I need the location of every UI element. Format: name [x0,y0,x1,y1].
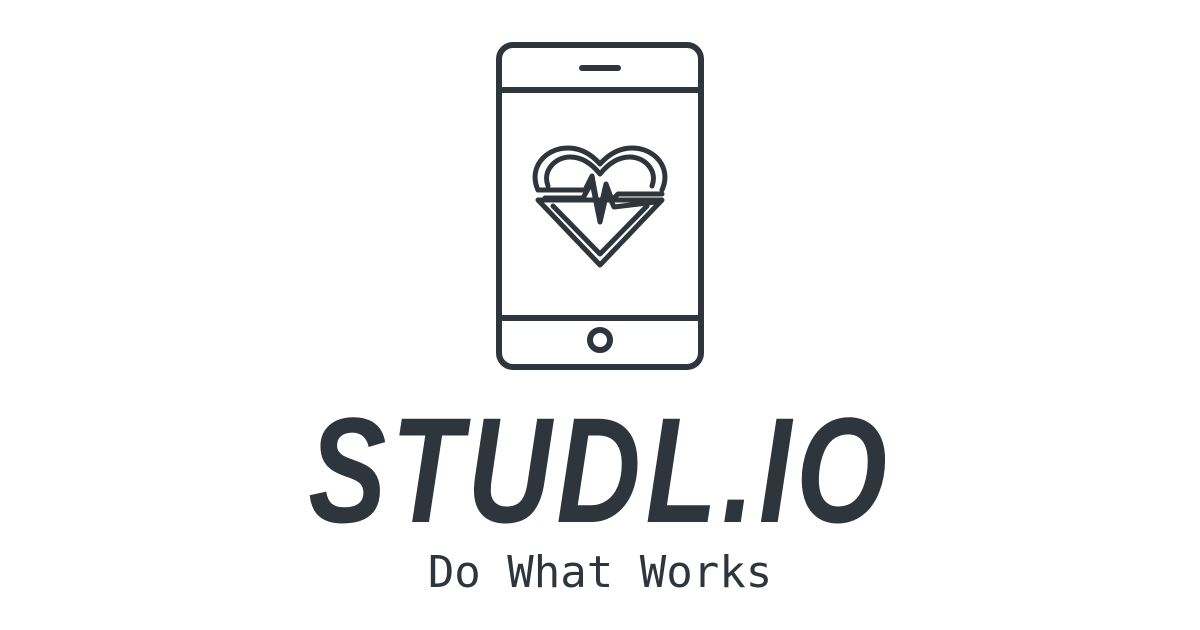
home-button-icon [587,327,613,353]
smartphone-icon [496,42,704,370]
heart-pulse-icon [532,145,668,268]
logo-canvas: STUDL.IO Do What Works [0,0,1200,630]
brand-name: STUDL.IO [308,386,892,554]
brand-tagline: Do What Works [427,547,773,598]
